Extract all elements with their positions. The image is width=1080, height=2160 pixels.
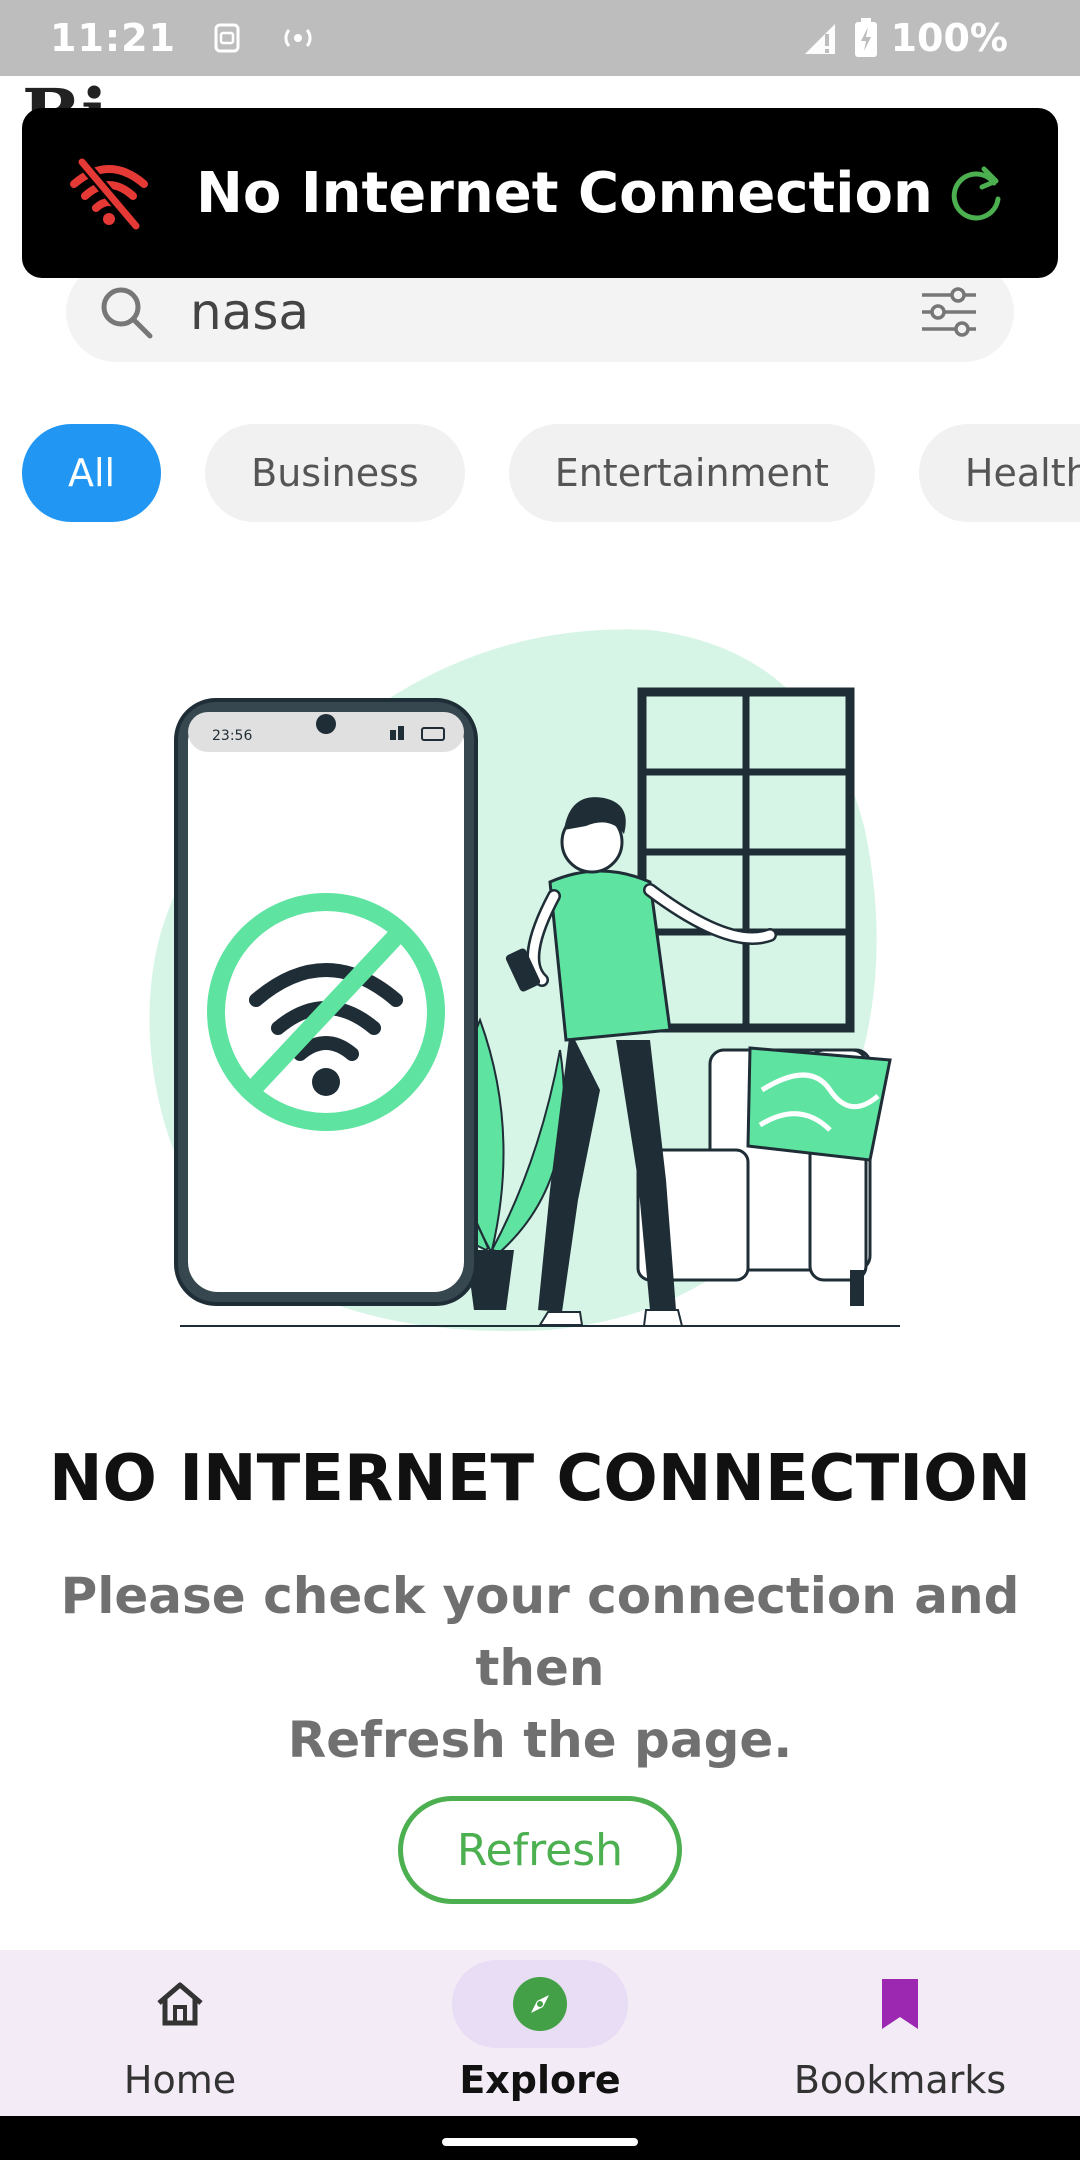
nav-bookmarks-icon-wrap (812, 1960, 988, 2048)
filter-icon[interactable] (918, 281, 980, 343)
chip-all[interactable]: All (22, 424, 162, 522)
screen: 11:21 100% Bi (0, 0, 1080, 2160)
bookmark-icon (882, 1979, 918, 2029)
window-graphic (637, 687, 855, 1033)
chip-business[interactable]: Business (205, 424, 465, 522)
nav-home-label: Home (123, 2058, 237, 2102)
error-line-2: Refresh the page. (287, 1711, 793, 1769)
nav-home-icon-wrap (92, 1960, 268, 2048)
error-headline: NO INTERNET CONNECTION (48, 1442, 1032, 1516)
error-description: Please check your connection and then Re… (30, 1560, 1050, 1776)
refresh-icon[interactable] (944, 161, 1008, 225)
status-time: 11:21 (50, 16, 176, 60)
nav-explore[interactable]: Explore (360, 1950, 720, 2116)
nav-bookmarks[interactable]: Bookmarks (720, 1950, 1080, 2116)
sim-icon (214, 23, 240, 53)
signal-icon (804, 24, 835, 54)
status-left: 11:21 (50, 16, 318, 60)
search-icon (101, 287, 153, 339)
compass-icon (513, 1977, 567, 2031)
chip-health[interactable]: Health (918, 424, 1080, 522)
banner-text: No Internet Connection (196, 160, 933, 226)
hotspot-icon (284, 29, 312, 47)
phone-time: 23:56 (212, 728, 252, 744)
wifi-off-icon (70, 156, 148, 232)
search-input[interactable]: nasa (190, 283, 918, 341)
no-internet-banner: No Internet Connection (22, 108, 1058, 278)
nav-explore-icon-wrap (452, 1960, 628, 2048)
gesture-handle[interactable] (442, 2138, 638, 2146)
nav-home[interactable]: Home (0, 1950, 360, 2116)
nav-bookmarks-label: Bookmarks (793, 2058, 1007, 2102)
phone-graphic: 23:56 (174, 698, 478, 1306)
battery-charging-icon (854, 18, 877, 57)
refresh-button[interactable]: Refresh (398, 1796, 682, 1904)
bottom-navigation: Home Explore Bookmarks (0, 1950, 1080, 2116)
status-bar: 11:21 100% (0, 0, 1080, 76)
status-right: 100% (801, 16, 1008, 60)
no-wifi-illustration: 23:56 (149, 629, 900, 1332)
nav-explore-label: Explore (459, 2058, 621, 2102)
battery-percent: 100% (890, 16, 1008, 60)
home-icon (157, 1982, 203, 2026)
chip-entertainment[interactable]: Entertainment (508, 424, 875, 522)
category-chips: All Business Entertainment Health (22, 424, 1080, 522)
error-line-1: Please check your connection and then (60, 1567, 1020, 1697)
